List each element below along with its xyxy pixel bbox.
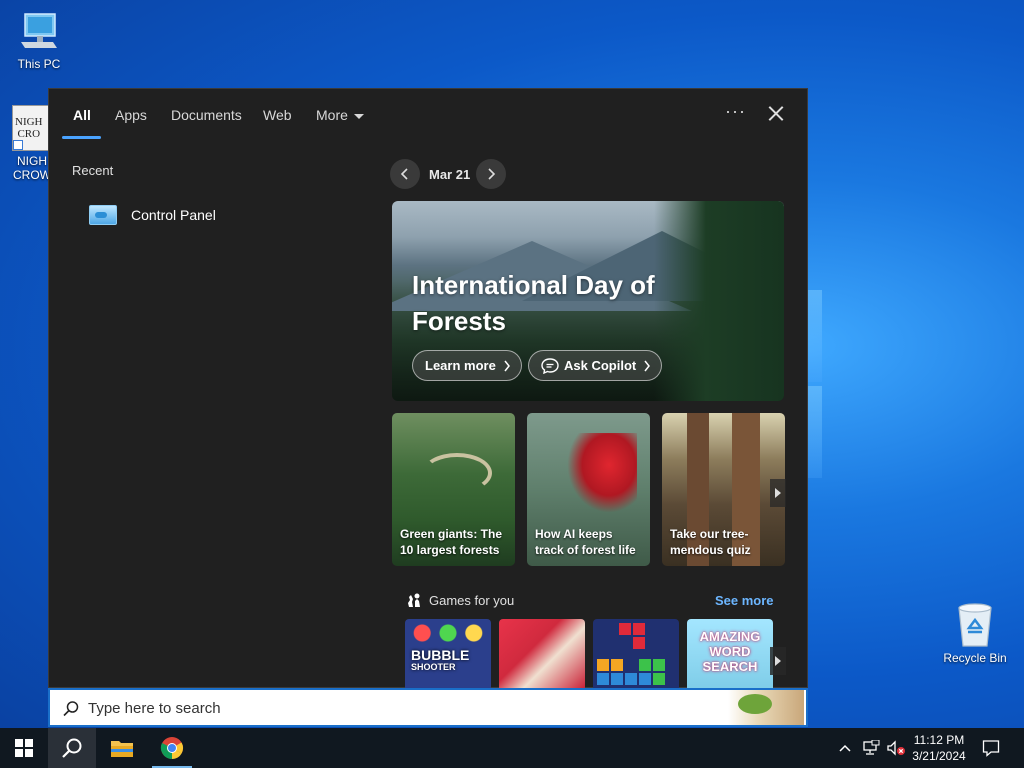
card-image-bird <box>567 433 637 513</box>
game-tile-blocks[interactable] <box>593 619 679 689</box>
hero-card[interactable]: International Day of Forests Learn more … <box>392 201 784 401</box>
game-tile-title: BUBBLE SHOOTER <box>411 648 469 673</box>
news-card[interactable]: Green giants: The 10 largest forests <box>392 413 515 566</box>
game-block <box>619 623 631 635</box>
shortcut-arrow-icon <box>13 140 23 150</box>
chevron-right-icon <box>488 168 496 180</box>
chevron-left-icon <box>400 168 408 180</box>
game-tile-word-search[interactable]: AMAZING WORD SEARCH <box>687 619 773 689</box>
tab-apps[interactable]: Apps <box>115 107 147 123</box>
tree-illustration <box>738 694 772 714</box>
games-section-title: Games for you <box>429 592 515 608</box>
game-pieces-icon <box>408 593 420 607</box>
search-tabs: All Apps Documents Web More ··· <box>49 89 807 139</box>
clock-time: 11:12 PM <box>913 733 965 747</box>
search-box[interactable] <box>48 688 808 727</box>
news-card-text: How AI keeps track of forest life <box>535 527 636 557</box>
taskbar-clock[interactable]: 11:12 PM 3/21/2024 <box>902 732 976 764</box>
show-hidden-icons-chevron-up-icon[interactable] <box>838 743 852 753</box>
learn-more-label: Learn more <box>425 358 496 373</box>
game-tile-bubble-shooter[interactable]: BUBBLE SHOOTER <box>405 619 491 689</box>
news-card-text: Green giants: The 10 largest forests <box>400 527 503 557</box>
game-block <box>653 659 665 671</box>
file-explorer-button[interactable] <box>98 728 146 768</box>
chrome-icon <box>160 737 183 759</box>
desktop-icon-this-pc[interactable]: This PC <box>1 10 77 71</box>
tab-more[interactable]: More <box>316 107 364 123</box>
ask-copilot-label: Ask Copilot <box>564 358 637 373</box>
games-next-arrow[interactable] <box>770 647 786 675</box>
cards-next-arrow[interactable] <box>770 479 786 507</box>
more-options-button[interactable]: ··· <box>725 101 746 122</box>
game-block <box>597 659 609 671</box>
game-block <box>633 637 645 649</box>
desktop-icon-label: Recycle Bin <box>943 651 1007 665</box>
ask-copilot-button[interactable]: Ask Copilot <box>528 350 663 381</box>
tab-all[interactable]: All <box>73 107 91 123</box>
chrome-button[interactable] <box>148 728 196 768</box>
search-panel: All Apps Documents Web More ··· Recent C… <box>48 88 808 689</box>
game-block <box>597 673 609 685</box>
learn-more-button[interactable]: Learn more <box>412 350 522 381</box>
clock-date: 3/21/2024 <box>912 749 966 763</box>
desktop-icon-label: This PC <box>17 57 61 71</box>
tab-web[interactable]: Web <box>263 107 292 123</box>
news-card[interactable]: How AI keeps track of forest life <box>527 413 650 566</box>
start-button[interactable] <box>0 728 48 768</box>
card-image-river <box>422 453 492 493</box>
taskbar-search-button[interactable] <box>48 728 96 768</box>
chat-bubble-icon <box>541 357 559 374</box>
folder-icon <box>111 741 133 757</box>
night-crows-icon: NIGH CRO <box>12 105 52 151</box>
search-box-illustration <box>728 690 804 725</box>
tab-documents[interactable]: Documents <box>171 107 242 123</box>
active-tab-indicator <box>62 136 101 139</box>
recent-item-label: Control Panel <box>131 207 216 223</box>
game-block <box>625 673 637 685</box>
search-icon <box>63 701 79 717</box>
news-card[interactable]: Take our tree-mendous quiz <box>662 413 785 566</box>
action-center-button[interactable] <box>970 728 1012 768</box>
chevron-right-icon <box>644 360 651 371</box>
chevron-down-icon <box>353 113 364 119</box>
search-input[interactable] <box>88 698 688 718</box>
desktop-icon-recycle-bin[interactable]: Recycle Bin <box>937 602 1013 665</box>
desktop-light-beam <box>808 290 822 382</box>
games-section-header: Games for you <box>406 592 514 608</box>
game-block <box>639 673 651 685</box>
previous-date-button[interactable] <box>390 159 420 189</box>
game-tile[interactable] <box>499 619 585 689</box>
network-icon[interactable] <box>862 740 880 756</box>
chevron-right-icon <box>504 360 510 371</box>
game-block <box>611 659 623 671</box>
see-more-link[interactable]: See more <box>715 593 774 608</box>
highlights-date: Mar 21 <box>429 167 471 182</box>
hero-title: International Day of Forests <box>412 270 655 336</box>
close-button[interactable] <box>765 103 787 125</box>
news-card-text: Take our tree-mendous quiz <box>670 527 751 557</box>
recycle-bin-icon <box>955 602 995 648</box>
next-date-button[interactable] <box>476 159 506 189</box>
notification-icon <box>982 740 1000 757</box>
recent-section-title: Recent <box>72 163 114 178</box>
taskbar: 11:12 PM 3/21/2024 <box>0 728 1024 768</box>
game-tile-title: AMAZING WORD SEARCH <box>699 629 761 674</box>
control-panel-icon <box>89 205 117 225</box>
game-block <box>653 673 665 685</box>
windows-logo-icon <box>15 739 33 757</box>
desktop-light-beam <box>808 386 822 478</box>
game-block <box>639 659 651 671</box>
game-block <box>633 623 645 635</box>
search-icon <box>62 738 82 758</box>
tab-more-label: More <box>316 107 348 123</box>
system-tray <box>838 728 906 768</box>
night-crows-icon-text: NIGH CRO <box>15 116 43 140</box>
recent-item-control-panel[interactable]: Control Panel <box>89 203 216 227</box>
computer-icon <box>17 10 61 54</box>
game-block <box>611 673 623 685</box>
